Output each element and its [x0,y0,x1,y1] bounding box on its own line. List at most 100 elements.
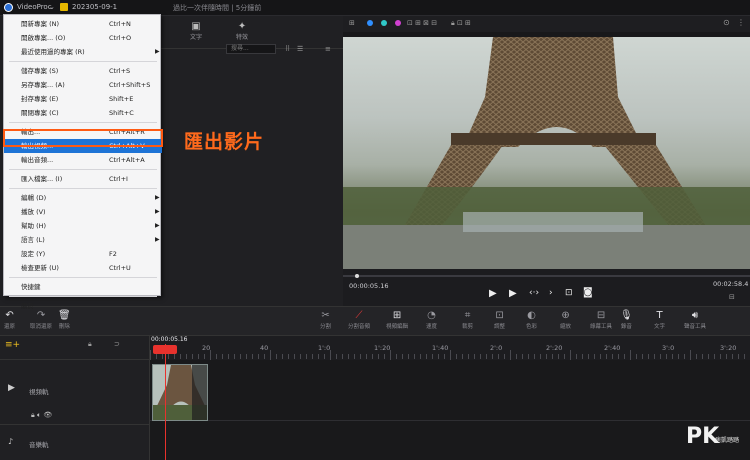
toolbar-button[interactable]: ⊟ 綠幕工具 [590,310,612,330]
progress-handle[interactable] [355,274,359,278]
lock-icon[interactable]: 🔒︎ ⊡ ⊞ [451,19,471,28]
toolbar-button[interactable]: ⟋ 分割音頻 [348,310,370,330]
split-audio-icon: ⟋ [355,310,363,321]
file-menu: 開新專案 (N) Ctrl+N 開啟專案... (O) Ctrl+O 最近使用過的專案 … [3,14,162,310]
ruler-tick [720,354,721,359]
color-dot-blue[interactable] [367,20,373,26]
color-dot-magenta[interactable] [395,20,401,26]
menu-item-shortcut: Ctrl+Shift+S [109,81,151,89]
timeline-ruler[interactable]: 20 40 1':0 1':20 1':40 2':0 2':20 2':40 3':0 3':2… [150,336,750,360]
ruler-tick [252,354,253,359]
menu-item-label: 開新專案 (N) [21,20,60,28]
highlight-export-video [3,129,163,147]
ruler-tick [492,354,493,359]
menu-item[interactable]: 開啟專案... (O) Ctrl+O [4,31,162,45]
menu-item[interactable]: 匯入檔案... (I) Ctrl+I [4,172,162,186]
video-clip[interactable] [152,364,208,421]
toolbar-button[interactable]: 🎙︎ 錄音 [620,310,633,330]
magnet-icon[interactable]: ⊃ [114,340,120,348]
toolbar-button[interactable]: ✂ 分割 [320,310,331,330]
menu-item[interactable]: 幫助 (H) ▶ [4,219,162,233]
toolbar-button[interactable]: ◐ 色彩 [526,310,537,330]
menu-item[interactable]: 關於 [4,299,162,313]
menu-item-shortcut: Ctrl+I [109,175,128,183]
menu-item[interactable]: 播放 (V) ▶ [4,205,162,219]
menu-item[interactable]: 語言 (L) ▶ [4,233,162,247]
ruler-tick [366,354,367,359]
ruler-tick [348,354,349,359]
ruler-label: 1':20 [374,344,391,352]
tab-text[interactable]: ▣ 文字 [190,21,202,41]
window-icon[interactable]: ⊟ [729,293,735,301]
toolbar-button-label: 聲音工具 [684,324,707,330]
playhead[interactable] [165,344,166,460]
toolbar-button[interactable]: ⊕ 縮放 [560,310,571,330]
add-track-icon[interactable]: ≡+ [5,340,20,350]
ruler-tick [222,354,223,359]
ruler-tick [246,354,247,359]
search-input[interactable]: 搜尋... [226,44,276,54]
ruler-tick [636,354,637,359]
ruler-tick [744,354,745,359]
toolbar-button[interactable]: ◔ 速度 [426,310,437,330]
playhead-handle[interactable] [153,345,177,354]
prev-next-icon[interactable]: ‹·› [529,288,539,298]
toolbar-button[interactable]: ⊡ 調整 [494,310,505,330]
app-menu-button[interactable]: VideoProc [17,3,52,11]
menu-item[interactable]: 另存專案... (A) Ctrl+Shift+S [4,78,162,92]
lock-all-icon[interactable]: 🔒︎ [88,340,92,349]
menu-item[interactable]: 輸出音頻... Ctrl+Alt+A [4,153,162,167]
grid-view-icon[interactable]: ⠿ [285,45,290,53]
ruler-label: 20 [202,344,211,352]
menu-item[interactable]: 關閉專案 (C) Shift+C [4,106,162,120]
ruler-tick [612,354,613,359]
toolbar-button[interactable]: 🔊︎ 聲音工具 [684,310,706,330]
fullscreen-icon[interactable]: ◙ [583,287,593,298]
menu-item[interactable]: 編輯 (D) ▶ [4,191,162,205]
ruler-label: 2':0 [490,344,503,352]
ruler-label: 2':40 [604,344,621,352]
rss-icon[interactable]: ⊞ [349,19,355,27]
toolbar-button[interactable]: T 文字 [654,310,665,330]
play-icon[interactable]: ▶ [489,288,497,299]
menu-item[interactable]: 最近使用過的專案 (R) ▶ [4,45,162,59]
step-forward-icon[interactable]: ▶ [509,288,517,299]
chevron-down-icon[interactable]: ⌄ [49,3,55,11]
ruler-tick [408,354,409,359]
menu-item[interactable]: 封存專案 (E) Shift+E [4,92,162,106]
camera-icon[interactable]: ⊙ [723,18,730,27]
toolbar-button[interactable]: ↶ 還原 [4,310,15,330]
menu-item-shortcut: Ctrl+O [109,34,132,42]
total-time: 00:02:58.4 [713,280,749,288]
toolbar-button[interactable]: 🗑︎ 刪除 [58,310,71,330]
toolbar-button[interactable]: ↷ 取消還原 [30,310,52,330]
menu-item[interactable]: 開新專案 (N) Ctrl+N [4,17,162,31]
menu-item[interactable]: 儲存專案 (S) Ctrl+S [4,64,162,78]
snapshot-icon[interactable]: ⊡ [565,288,573,298]
ruler-tick [300,354,301,359]
toolbar-button-label: 還原 [4,324,16,330]
color-dot-cyan[interactable] [381,20,387,26]
ruler-tick [672,354,673,359]
progress-bar[interactable] [343,275,750,277]
next-frame-icon[interactable]: › [549,288,553,298]
ruler-tick [678,354,679,359]
menu-item[interactable]: 設定 (Y) F2 [4,247,162,261]
menu-icon[interactable]: ≡ [325,45,331,53]
more-icon[interactable]: ⋮ [737,18,745,27]
ruler-tick [696,354,697,359]
tab-effects[interactable]: ✦ 特效 [236,21,248,41]
menu-item-shortcut: Ctrl+S [109,67,131,75]
menu-item[interactable]: 檢查更新 (U) Ctrl+U [4,261,162,275]
toolbar-button-label: 視頻編輯 [386,324,409,330]
menu-item-label: 幫助 (H) [21,222,47,230]
menu-separator [9,296,157,297]
menu-item[interactable]: 快捷鍵 [4,280,162,294]
list-view-icon[interactable]: ☰ [297,45,303,53]
toolbar-button[interactable]: ⌗ 裁剪 [462,310,473,330]
video-track-icon: ▶ [8,383,15,393]
tool-icon[interactable]: ⊡ ⊞ ⊠ ⊟ [407,19,437,27]
track-lock-icon[interactable]: 🔒︎ 🔈︎ 👁︎ [31,411,52,420]
zoom-icon: ⊕ [561,310,570,321]
toolbar-button[interactable]: ⊞ 視頻編輯 [386,310,408,330]
